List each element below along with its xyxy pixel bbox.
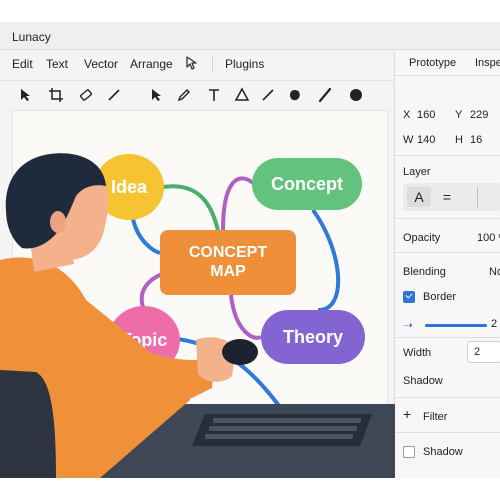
text-tool-icon[interactable] (206, 87, 222, 103)
opacity-label: Opacity (403, 232, 441, 244)
x-label: X (403, 109, 411, 121)
x-value[interactable]: 160 (417, 109, 435, 121)
width-select[interactable]: 2 (467, 341, 500, 363)
section-divider (395, 432, 500, 433)
filter-label[interactable]: Filter (423, 411, 447, 423)
layer-segmented-control: A = (403, 183, 500, 211)
panel-tabs: Prototype Inspect (395, 51, 500, 75)
cursor-select-icon[interactable] (184, 55, 200, 71)
tab-inspect[interactable]: Inspect (475, 57, 500, 69)
layer-seg-align[interactable]: = (435, 187, 459, 207)
section-divider (395, 397, 500, 398)
menu-separator (212, 57, 213, 71)
slash-line-icon[interactable] (260, 87, 276, 103)
w-value[interactable]: 140 (417, 134, 435, 146)
tab-prototype[interactable]: Prototype (409, 57, 456, 69)
brush-icon[interactable] (317, 87, 333, 103)
pointer-icon[interactable] (18, 87, 34, 103)
menu-bar: Edit Text Vector Arrange Plugins (0, 51, 394, 75)
border-label: Border (423, 291, 457, 303)
node-topic[interactable]: Topic (108, 306, 180, 374)
section-divider (395, 218, 500, 219)
menu-text[interactable]: Text (46, 57, 68, 71)
eraser-icon[interactable] (78, 87, 94, 103)
node-center-line1: CONCEPT (188, 244, 268, 262)
node-topic-label: Topic (120, 329, 168, 350)
width-value: 2 (474, 346, 481, 358)
inspector-panel: Prototype Inspect X 160 Y 229 W 140 H 16… (394, 51, 500, 478)
title-bar: Lunacy (0, 22, 500, 50)
y-value[interactable]: 229 (470, 109, 488, 121)
node-center-line2: MAP (210, 262, 246, 280)
menu-arrange[interactable]: Arrange (130, 57, 173, 71)
select-arrow-icon[interactable] (148, 87, 164, 103)
layer-seg-text[interactable]: A (407, 187, 431, 207)
shadow2-label: Shadow (423, 446, 463, 458)
h-value[interactable]: 16 (470, 134, 482, 146)
border-checkbox[interactable] (403, 291, 415, 303)
width-label: Width (403, 347, 432, 359)
node-idea[interactable]: Idea (94, 154, 164, 220)
triangle-icon[interactable] (234, 87, 250, 103)
circle-icon[interactable] (348, 87, 364, 103)
node-concept[interactable]: Concept (252, 158, 362, 210)
w-label: W (403, 134, 414, 146)
blending-label: Blending (403, 266, 446, 278)
h-label: H (455, 134, 463, 146)
shadow-checkbox[interactable] (403, 446, 415, 458)
menu-edit[interactable]: Edit (12, 57, 33, 71)
line-icon[interactable] (106, 87, 122, 103)
seg-separator (477, 187, 478, 207)
node-concept-label: Concept (271, 173, 343, 194)
layer-label: Layer (403, 166, 431, 178)
menu-plugins[interactable]: Plugins (225, 57, 264, 71)
node-theory-label: Theory (282, 326, 343, 347)
shadow-label: Shadow (403, 375, 443, 387)
add-filter-icon[interactable]: + (403, 406, 411, 422)
arrow-right-icon: ➝ (403, 318, 414, 332)
app-window: Lunacy Edit Text Vector Arrange Plugins (0, 22, 500, 478)
pen-icon[interactable] (176, 87, 192, 103)
menu-vector[interactable]: Vector (84, 57, 118, 71)
node-concept-map[interactable]: CONCEPT MAP (160, 230, 296, 295)
y-label: Y (455, 109, 463, 121)
crop-icon[interactable] (48, 87, 64, 103)
app-title: Lunacy (12, 30, 51, 44)
node-theory[interactable]: Theory (261, 310, 365, 364)
node-idea-label: Idea (110, 176, 148, 197)
tabs-divider (395, 75, 500, 76)
blending-value[interactable]: Normal (489, 266, 500, 278)
design-canvas[interactable]: Idea Concept CONCEPT MAP Topic Theory (12, 110, 388, 478)
section-divider (395, 252, 500, 253)
blob-shape-icon[interactable] (287, 87, 303, 103)
opacity-value[interactable]: 100 % (477, 232, 500, 244)
section-divider (395, 155, 500, 156)
tool-bar (0, 80, 394, 108)
section-divider (395, 337, 500, 338)
border-value: 2 (491, 318, 498, 330)
border-slider[interactable] (425, 324, 487, 327)
